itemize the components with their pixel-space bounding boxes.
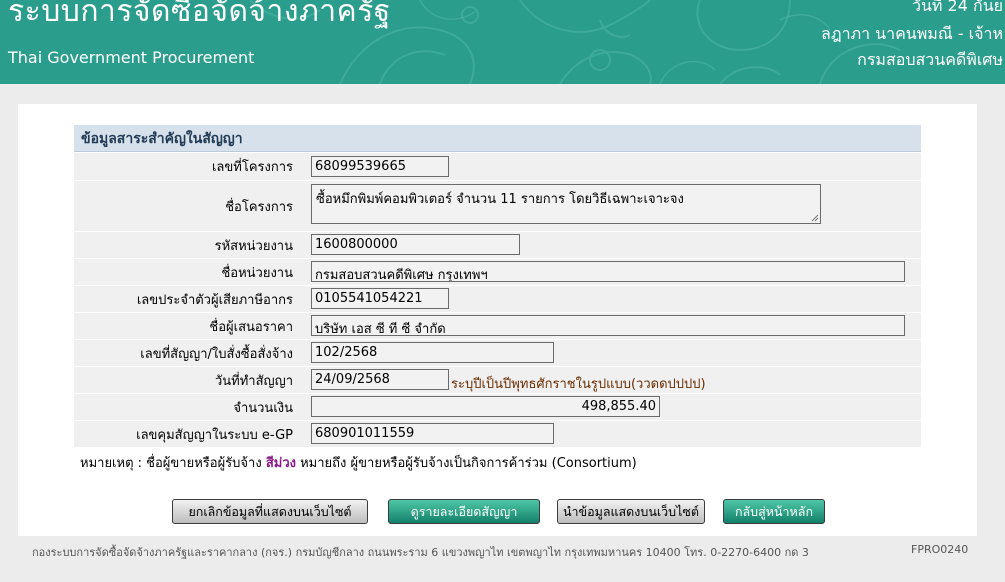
row-project-name: ชื่อโครงการ ซื้อหมึกพิมพ์คอมพิวเตอร์ จำน… [74,181,921,231]
project-name-label: ชื่อโครงการ [225,199,293,215]
project-no-label: เลขที่โครงการ [211,160,293,175]
egp-no-label: เลขคุมสัญญาในระบบ e-GP [136,427,293,443]
footer-address: กองระบบการจัดซื้อจัดจ้างภาครัฐและราคากลา… [32,546,809,559]
contract-date-field[interactable]: 24/09/2568 [311,369,449,390]
page-header: ระบบการจัดซื้อจัดจ้างภาครัฐ Thai Governm… [0,0,1005,84]
site-subtitle: Thai Government Procurement [8,48,255,67]
back-home-button[interactable]: กลับสู่หน้าหลัก [723,499,825,524]
amount-field[interactable]: 498,855.40 [311,396,660,417]
row-contract-no: เลขที่สัญญา/ใบสั่งซื้อสั่งจ้าง 102/2568 [74,340,921,366]
row-egp-no: เลขคุมสัญญาในระบบ e-GP 680901011559 [74,421,921,447]
publish-button[interactable]: นำข้อมูลแสดงบนเว็บไซต์ [557,499,705,524]
remark-note: หมายเหตุ : ชื่อผู้ขายหรือผู้รับจ้าง สีม่… [80,452,637,473]
remark-suffix: หมายถึง ผู้ขายหรือผู้รับจ้างเป็นกิจการค้… [295,456,637,471]
row-bidder-name: ชื่อผู้เสนอราคา บริษัท เอส ซี ที ซี จำกั… [74,313,921,339]
tax-id-field[interactable]: 0105541054221 [311,288,449,309]
egp-no-field[interactable]: 680901011559 [311,423,554,444]
project-name-textarea[interactable]: ซื้อหมึกพิมพ์คอมพิวเตอร์ จำนวน 11 รายการ… [311,184,821,224]
contract-date-label: วันที่ทำสัญญา [214,373,293,389]
project-no-field[interactable]: 68099539665 [311,156,449,177]
agency-code-field[interactable]: 1600800000 [311,234,520,255]
row-agency-code: รหัสหน่วยงาน 1600800000 [74,232,921,258]
current-date: วันที่ 24 กันย [912,0,1003,15]
amount-label: จำนวนเงิน [233,400,293,416]
bidder-name-label: ชื่อผู้เสนอราคา [209,319,293,335]
contract-panel: ข้อมูลสาระสำคัญในสัญญา เลขที่โครงการ 680… [18,104,977,536]
date-format-hint: ระบุปีเป็นปีพุทธศักราชในรูปแบบ(ววดดปปปป) [451,377,706,392]
contract-no-field[interactable]: 102/2568 [311,342,554,363]
remark-prefix: หมายเหตุ : ชื่อผู้ขายหรือผู้รับจ้าง [80,456,266,471]
tax-id-label: เลขประจำตัวผู้เสียภาษีอากร [136,292,293,308]
cancel-publish-button[interactable]: ยกเลิกข้อมูลที่แสดงบนเว็บไซต์ [172,499,368,524]
row-project-no: เลขที่โครงการ 68099539665 [74,153,921,180]
project-name-text: ซื้อหมึกพิมพ์คอมพิวเตอร์ จำนวน 11 รายการ… [316,192,684,207]
row-amount: จำนวนเงิน 498,855.40 [74,394,921,420]
row-tax-id: เลขประจำตัวผู้เสียภาษีอากร 0105541054221 [74,286,921,312]
row-contract-date: วันที่ทำสัญญา 24/09/2568 ระบุปีเป็นปีพุท… [74,367,921,393]
agency-code-label: รหัสหน่วยงาน [214,238,293,254]
agency-name-field[interactable]: กรมสอบสวนคดีพิเศษ กรุงเทพฯ [311,261,905,282]
user-name: ลฎาภา นาคนพมณี - เจ้าห [821,24,1003,43]
site-title: ระบบการจัดซื้อจัดจ้างภาครัฐ [8,0,391,29]
contract-no-label: เลขที่สัญญา/ใบสั่งซื้อสั่งจ้าง [140,346,293,362]
view-contract-button[interactable]: ดูรายละเอียดสัญญา [388,499,540,524]
row-agency-name: ชื่อหน่วยงาน กรมสอบสวนคดีพิเศษ กรุงเทพฯ [74,259,921,285]
resize-grip-icon[interactable] [811,214,819,222]
agency-name-label: ชื่อหน่วยงาน [221,265,293,281]
bidder-name-field[interactable]: บริษัท เอส ซี ที ซี จำกัด [311,315,905,336]
remark-highlight: สีม่วง [265,456,296,471]
user-agency: กรมสอบสวนคดีพิเศษ [857,50,1003,69]
section-title: ข้อมูลสาระสำคัญในสัญญา [74,125,921,152]
page-code: FPRO0240 [911,543,969,556]
